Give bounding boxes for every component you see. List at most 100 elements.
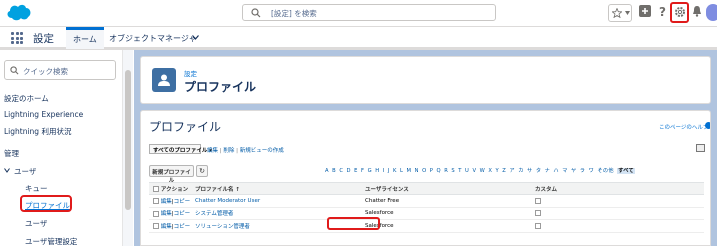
page-title: プロファイル [184,80,257,94]
row-checkbox[interactable] [153,198,159,205]
favorites-button[interactable] [608,4,632,22]
salesforce-logo-icon[interactable] [6,3,32,22]
edit-view-link[interactable]: 編集 [207,148,218,154]
alphabet-filter-item[interactable]: S [451,168,455,174]
alphabet-filter-item[interactable]: G [368,168,372,174]
alphabet-filter-item[interactable]: X [488,168,492,174]
new-profile-button[interactable]: 新規プロファイル [149,165,194,184]
chevron-down-icon[interactable] [192,35,199,40]
bell-icon[interactable] [691,5,703,17]
alphabet-filter-item[interactable]: Q [437,168,441,174]
alphabet-filter-item[interactable]: ワ [589,168,595,174]
setup-sidebar: クイック検索 設定のホーム Lightning Experience Light… [0,50,133,246]
alphabet-filter-item[interactable]: M [407,168,412,174]
tab-home[interactable]: ホーム [66,27,104,49]
chevron-down-icon [625,11,630,15]
alphabet-filter-item[interactable]: すべて [617,168,636,174]
view-select[interactable]: すべてのプロファイル ▾ [149,144,212,154]
profile-icon [152,68,176,92]
create-view-link[interactable]: 新規ビューの作成 [240,148,284,154]
row-checkbox[interactable] [153,223,159,230]
alphabet-filter-item[interactable]: E [354,168,358,174]
edit-link[interactable]: 編集 [161,211,172,217]
main-area: 設定 プロファイル プロファイル このページのヘルプ すべてのプロファイル ▾ … [134,50,717,246]
sidebar-item-lightning-experience[interactable]: Lightning Experience [4,110,83,119]
list-title: プロファイル [149,120,222,134]
profile-name-link[interactable]: システム管理者 [195,211,233,217]
row-checkbox[interactable] [153,210,159,217]
star-icon [612,8,622,18]
sidebar-section-administration: 管理 [4,149,19,158]
help-icon[interactable]: ? [656,5,668,17]
edit-link[interactable]: 編集 [161,199,172,205]
alphabet-filter-item[interactable]: C [339,168,343,174]
alphabet-filter-item[interactable]: ハ [553,168,559,174]
alphabet-filter-item[interactable]: Z [502,168,506,174]
alphabet-filter-item[interactable]: R [444,168,448,174]
column-user-license[interactable]: ユーザライセンス [361,182,531,195]
alphabet-filter-item[interactable]: ラ [580,168,586,174]
breadcrumb[interactable]: 設定 [184,68,197,78]
alphabet-filter-item[interactable]: W [480,168,485,174]
copy-link[interactable]: コピー [174,199,191,205]
app-launcher-icon[interactable] [11,32,23,44]
sidebar-scrollbar[interactable] [122,50,133,246]
delete-view-link[interactable]: 削除 [223,148,234,154]
copy-link[interactable]: コピー [174,211,191,217]
print-icon[interactable] [696,144,705,152]
search-placeholder: [設定] を検索 [271,9,317,18]
alphabet-filter-item[interactable]: ア [509,168,515,174]
alphabet-filter-item[interactable]: I [383,168,385,174]
alphabet-filter-item[interactable]: B [332,168,336,174]
plus-icon[interactable] [639,5,651,17]
custom-checkbox [535,197,541,204]
select-all-checkbox[interactable] [153,186,159,192]
alphabet-filter-item[interactable]: J [388,168,390,174]
sidebar-group-users[interactable]: ユーザ [14,166,36,177]
alphabet-filter-item[interactable]: その他 [597,168,613,174]
sidebar-item-setup-home[interactable]: 設定のホーム [4,93,49,104]
alphabet-filter-item[interactable]: K [393,168,397,174]
alphabet-filter-item[interactable]: N [415,168,419,174]
quick-find-input[interactable]: クイック検索 [4,60,116,80]
avatar[interactable] [706,4,717,21]
alphabet-filter-item[interactable]: ヤ [571,168,577,174]
profile-name-link[interactable]: ソリューション管理者 [195,224,250,230]
sidebar-item-user-management-settings[interactable]: ユーザ管理設定 [25,236,77,247]
help-link[interactable]: このページのヘルプ [659,123,708,131]
global-search-input[interactable]: [設定] を検索 [242,4,496,21]
alphabet-filter-item[interactable]: H [375,168,379,174]
edit-link[interactable]: 編集 [161,224,172,230]
alphabet-filter-item[interactable]: マ [562,168,568,174]
alphabet-filter: A B C D E F G H I J K L M N O P Q R S T U V W X Y Z アカサタナハマヤラワその他す… [325,167,638,174]
alphabet-filter-item[interactable]: ナ [545,168,551,174]
alphabet-filter-item[interactable]: D [347,168,351,174]
column-profile-name[interactable]: プロファイル名 ↑ [191,182,361,195]
column-custom[interactable]: カスタム [531,182,704,195]
sidebar-item-lightning-usage[interactable]: Lightning 利用状況 [4,126,71,137]
alphabet-filter-item[interactable]: カ [518,168,524,174]
alphabet-filter-item[interactable]: タ [536,168,542,174]
search-icon [251,8,261,18]
alphabet-filter-item[interactable]: F [361,168,364,174]
alphabet-filter-item[interactable]: V [472,168,476,174]
license-cell: Salesforce [361,207,531,220]
alphabet-filter-item[interactable]: サ [527,168,533,174]
alphabet-filter-item[interactable]: O [422,168,426,174]
alphabet-filter-item[interactable]: Y [496,168,499,174]
column-action: アクション [160,186,189,193]
help-icon[interactable] [705,122,710,129]
profile-name-link[interactable]: Chatter Moderator User [195,198,260,204]
alphabet-filter-item[interactable]: L [400,168,403,174]
refresh-icon[interactable]: ↻ [196,165,208,177]
sidebar-item-users[interactable]: ユーザ [25,218,47,229]
sidebar-item-queues[interactable]: キュー [25,183,48,194]
alphabet-filter-item[interactable]: T [458,168,461,174]
tab-object-manager[interactable]: オブジェクトマネージャ [102,27,203,49]
alphabet-filter-item[interactable]: U [465,168,469,174]
copy-link[interactable]: コピー [174,224,191,230]
alphabet-filter-item[interactable]: A [325,168,329,174]
chevron-down-icon[interactable] [4,168,10,173]
alphabet-filter-item[interactable]: P [430,168,433,174]
global-header: [設定] を検索 ? [0,0,717,27]
